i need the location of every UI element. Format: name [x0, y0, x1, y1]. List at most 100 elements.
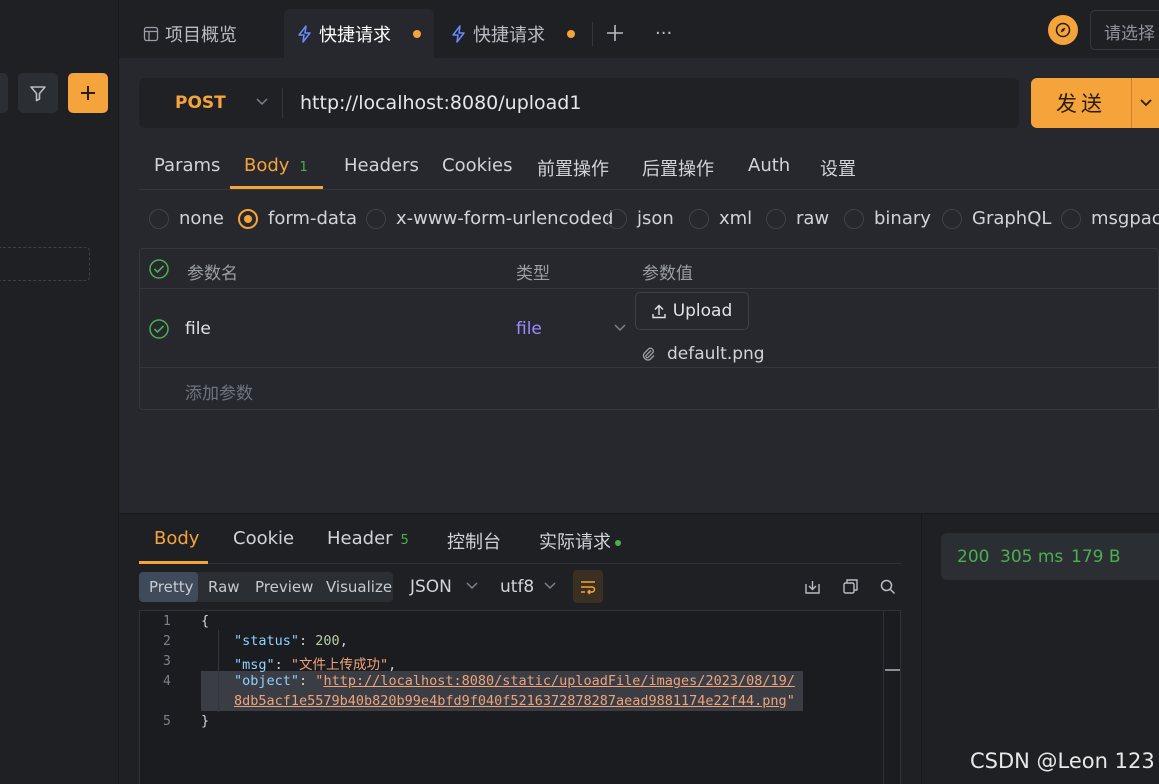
response-tab-console[interactable]: 控制台 [447, 528, 501, 554]
line-number: 2 [163, 634, 171, 649]
radio-label: binary [874, 208, 931, 229]
add-param-input[interactable]: 添加参数 [185, 379, 253, 404]
table-divider [139, 367, 1159, 368]
code-line-3: "msg": "文件上传成功", [234, 657, 397, 673]
tab-project-overview[interactable]: 项目概览 [143, 9, 237, 58]
radio-circle [942, 208, 962, 229]
encoding-select[interactable]: utf8 [500, 577, 534, 597]
tab-cookies[interactable]: Cookies [442, 155, 512, 176]
tab-quick-request[interactable]: 快捷请求 [451, 9, 575, 58]
radio-label: x-www-form-urlencoded [396, 208, 614, 229]
radio-label: none [179, 208, 224, 229]
active-tab-indicator [230, 186, 323, 189]
format-raw[interactable]: Raw [208, 578, 240, 596]
table-divider [139, 288, 1159, 289]
radio-urlencoded[interactable]: x-www-form-urlencoded [366, 208, 613, 229]
tab-label: 快捷请求 [473, 24, 545, 46]
upload-icon [652, 304, 666, 318]
download-icon [805, 581, 820, 594]
method-dropdown[interactable] [255, 97, 269, 107]
encoding-dropdown[interactable] [543, 581, 557, 591]
tab-body[interactable]: Body 1 [244, 155, 308, 176]
check-circle-icon [149, 319, 169, 339]
response-tab-header[interactable]: Header 5 [327, 528, 409, 549]
response-tab-body[interactable]: Body [154, 528, 199, 549]
select-all-checkbox[interactable] [148, 258, 170, 280]
env-toggle-button[interactable] [1048, 15, 1078, 45]
search-button[interactable] [879, 578, 896, 595]
method-select[interactable]: POST [175, 93, 226, 113]
url-divider [282, 88, 283, 118]
radio-raw[interactable]: raw [766, 208, 829, 229]
format-visualize[interactable]: Visualize [326, 578, 392, 596]
copy-button[interactable] [842, 578, 859, 595]
send-button[interactable]: 发送 [1031, 78, 1131, 128]
add-button[interactable] [68, 73, 108, 113]
tab-bar [119, 0, 1159, 58]
tab-post-actions[interactable]: 后置操作 [642, 155, 714, 181]
radio-none[interactable]: none [149, 208, 224, 229]
row-enable-checkbox[interactable] [148, 318, 170, 340]
indent-guide [218, 630, 219, 712]
code-scrollbar[interactable] [883, 611, 901, 784]
count-badge: 1 [299, 160, 308, 175]
radio-binary[interactable]: binary [844, 208, 931, 229]
json-url-link[interactable]: 8db5acf1e5579b40b820b99e4bfd9f040f521637… [234, 693, 787, 709]
new-tab-button[interactable] [606, 24, 624, 42]
word-wrap-button[interactable] [573, 570, 603, 603]
param-name-input[interactable]: file [185, 319, 211, 339]
code-line-4-wrap: 8db5acf1e5579b40b820b99e4bfd9f040f521637… [234, 693, 795, 709]
param-type-select[interactable]: file [516, 319, 542, 339]
response-size: 179 B [1071, 547, 1121, 567]
radio-xml[interactable]: xml [689, 208, 752, 229]
tab-settings[interactable]: 设置 [820, 155, 856, 181]
json-string: "文件上传成功" [290, 657, 389, 673]
more-tabs-button[interactable]: ··· [655, 23, 672, 44]
download-button[interactable] [804, 578, 821, 595]
type-dropdown[interactable] [613, 323, 627, 333]
radio-label: json [637, 208, 674, 229]
radio-circle [607, 208, 627, 229]
sidebar-search-input[interactable] [0, 73, 8, 113]
response-tab-cookie[interactable]: Cookie [233, 528, 294, 549]
send-dropdown-button[interactable] [1131, 78, 1159, 128]
format-preview[interactable]: Preview [255, 578, 313, 596]
tab-auth[interactable]: Auth [748, 155, 790, 176]
search-icon [880, 579, 896, 595]
environment-select[interactable]: 请选择 [1090, 10, 1159, 50]
line-number: 1 [163, 614, 171, 629]
tab-pre-actions[interactable]: 前置操作 [537, 155, 609, 181]
paperclip-icon [641, 346, 655, 362]
format-pretty[interactable]: Pretty [149, 578, 194, 596]
tab-headers[interactable]: Headers [344, 155, 419, 176]
radio-json[interactable]: json [607, 208, 674, 229]
radio-circle-checked [238, 208, 258, 229]
tab-params[interactable]: Params [154, 155, 220, 176]
radio-graphql[interactable]: GraphQL [942, 208, 1051, 229]
left-sidebar [0, 0, 119, 784]
json-url-link[interactable]: http://localhost:8080/static/uploadFile/… [323, 673, 794, 689]
radio-form-data[interactable]: form-data [238, 208, 357, 229]
column-header-type: 类型 [516, 264, 550, 284]
language-select[interactable]: JSON [410, 577, 452, 597]
language-dropdown[interactable] [465, 581, 479, 591]
upload-button[interactable]: Upload [635, 292, 749, 330]
filter-button[interactable] [18, 73, 58, 113]
tab-quick-request-active[interactable]: 快捷请求 [284, 9, 434, 58]
lightning-icon [298, 24, 311, 43]
lightning-icon [452, 24, 465, 43]
compass-icon [1055, 22, 1071, 38]
url-input[interactable]: http://localhost:8080/upload1 [300, 92, 581, 114]
radio-circle [689, 208, 709, 229]
status-dot [615, 540, 621, 546]
scroll-thumb[interactable] [885, 669, 900, 671]
response-tab-actual-request[interactable]: 实际请求 [539, 528, 621, 554]
attached-file-name[interactable]: default.png [667, 344, 765, 364]
radio-label: form-data [268, 208, 358, 229]
layout-icon [143, 26, 159, 41]
response-tabs-line [139, 563, 901, 564]
radio-msgpack[interactable]: msgpack [1061, 208, 1159, 229]
radio-label: raw [796, 208, 830, 229]
json-key: "status" [234, 633, 300, 649]
plus-icon [81, 86, 95, 100]
